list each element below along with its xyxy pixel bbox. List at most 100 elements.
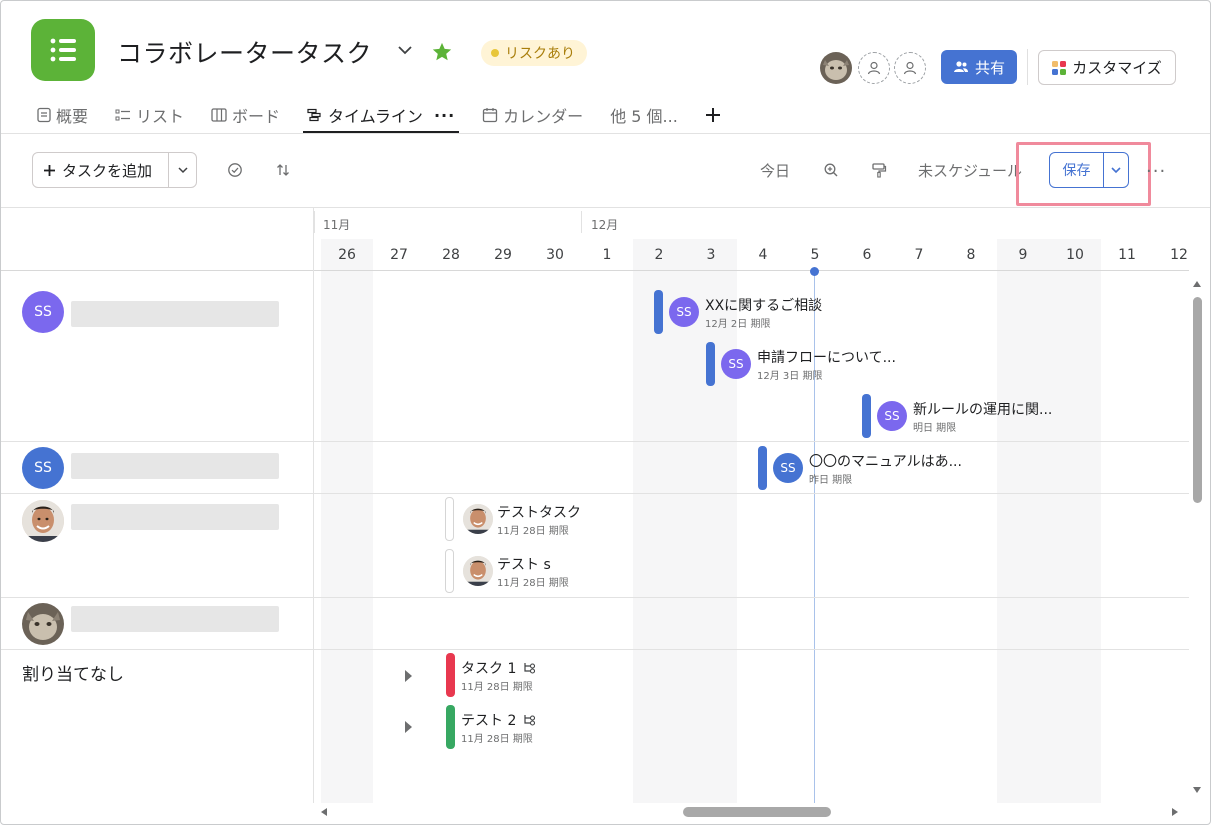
scroll-up-icon[interactable] [1193,281,1201,287]
avatar[interactable]: SS [22,447,64,489]
save-button-group[interactable]: 保存 [1049,152,1129,188]
more-options-icon[interactable]: ··· [1146,161,1166,182]
timeline-icon [307,108,321,122]
group-divider [1,441,1189,442]
project-title[interactable]: コラボレータータスク [117,34,372,70]
status-badge-label: リスクあり [505,46,575,62]
unscheduled-button[interactable]: 未スケジュール [918,160,1022,181]
task-name: テストタスク [497,505,581,521]
tab-label: リスト [136,107,185,126]
group-divider [1,649,1189,650]
paint-roller-icon[interactable] [869,160,889,180]
avatar[interactable]: SS [22,291,64,333]
month-label: 11月 [323,218,351,232]
overview-icon [37,107,51,123]
share-button[interactable]: 共有 [941,50,1017,84]
customize-icon [1052,60,1067,75]
vertical-scrollbar-thumb[interactable] [1193,297,1202,503]
save-dropdown[interactable] [1103,153,1128,187]
chevron-down-icon[interactable] [396,41,414,63]
day-label: 6 [862,247,872,263]
task-bar[interactable] [706,342,715,386]
timeline-task[interactable]: SS 〇〇のマニュアルはあ... 昨日 期限 [758,446,978,490]
day-label-today: 5 [810,247,820,263]
expand-arrow-icon[interactable] [405,670,412,682]
task-name: XXに関するご相談 [705,298,823,314]
plus-icon [705,108,720,122]
avatar-photo-cat[interactable] [22,603,64,645]
task-bar[interactable] [446,653,455,697]
group-name-redacted [71,504,279,530]
horizontal-scrollbar-thumb[interactable] [683,807,831,817]
day-label: 2 [654,247,664,263]
check-filter-icon[interactable] [225,160,245,180]
task-due: 12月 2日 期限 [705,319,771,330]
day-label: 12 [1170,247,1188,263]
avatar: SS [721,349,751,379]
timeline-task[interactable]: SS 申請フローについて... 12月 3日 期限 [706,342,916,386]
tab-list[interactable]: リスト [115,101,184,129]
scroll-left-icon[interactable] [321,808,327,816]
avatar: SS [669,297,699,327]
add-task-button[interactable]: タスクを追加 [32,152,197,188]
header-divider [1027,49,1028,85]
expand-arrow-icon[interactable] [405,721,412,733]
avatar: SS [877,401,907,431]
tab-more-icon[interactable]: ··· [434,106,455,125]
timeline-task[interactable]: テスト 2 11月 28日 期限 [446,705,566,749]
day-label: 1 [602,247,612,263]
task-bar[interactable] [445,497,454,541]
save-button[interactable]: 保存 [1050,153,1103,187]
tab-more[interactable]: 他 5 個... [610,101,678,129]
task-due: 11月 28日 期限 [497,526,569,537]
scroll-down-icon[interactable] [1193,787,1201,793]
day-label: 8 [966,247,976,263]
member-avatar-cat[interactable] [820,52,852,84]
status-badge[interactable]: リスクあり [481,40,587,66]
task-bar[interactable] [654,290,663,334]
tab-timeline[interactable]: タイムライン ··· [303,101,460,133]
timeline-header-divider [1,270,1189,271]
tab-overview[interactable]: 概要 [37,101,88,129]
today-button[interactable]: 今日 [760,160,790,181]
group-divider [1,493,1189,494]
timeline-task[interactable]: SS 新ルールの運用に関... 明日 期限 [862,394,1072,438]
timeline-task[interactable]: テストタスク 11月 28日 期限 [445,497,605,541]
timeline-task[interactable]: テスト s 11月 28日 期限 [445,549,605,593]
task-bar[interactable] [758,446,767,490]
tab-board[interactable]: ボード [211,101,280,129]
customize-button-label: カスタマイズ [1072,59,1162,77]
day-label: 7 [914,247,924,263]
task-name: 新ルールの運用に関... [913,402,1053,418]
weekend-column [997,239,1101,803]
scroll-right-icon[interactable] [1172,808,1178,816]
avatar-photo-person [463,556,493,586]
timeline-task[interactable]: タスク 1 11月 28日 期限 [446,653,566,697]
customize-button[interactable]: カスタマイズ [1038,50,1176,85]
avatar-photo-person[interactable] [22,500,64,542]
timeline-task[interactable]: SS XXに関するご相談 12月 2日 期限 [654,290,854,334]
task-bar[interactable] [445,549,454,593]
day-label: 29 [494,247,512,263]
zoom-in-icon[interactable] [821,160,841,180]
tab-calendar[interactable]: カレンダー [482,101,583,129]
star-icon[interactable] [431,41,453,67]
board-icon [211,108,227,122]
day-label: 30 [546,247,564,263]
project-list-icon[interactable] [31,19,95,81]
day-label: 11 [1118,247,1136,263]
task-bar[interactable] [862,394,871,438]
task-name: テスト s [497,557,551,573]
weekend-column [321,239,373,803]
add-member-icon[interactable] [894,52,926,84]
add-task-main[interactable]: タスクを追加 [33,153,168,187]
tab-label: 他 5 個... [610,107,678,126]
task-due: 11月 28日 期限 [497,578,569,589]
add-tab-button[interactable] [705,101,721,129]
add-member-icon[interactable] [858,52,890,84]
add-task-label: タスクを追加 [62,161,153,180]
sort-icon[interactable] [273,160,293,180]
task-bar[interactable] [446,705,455,749]
add-task-dropdown[interactable] [168,153,196,187]
group-name-redacted [71,453,279,479]
